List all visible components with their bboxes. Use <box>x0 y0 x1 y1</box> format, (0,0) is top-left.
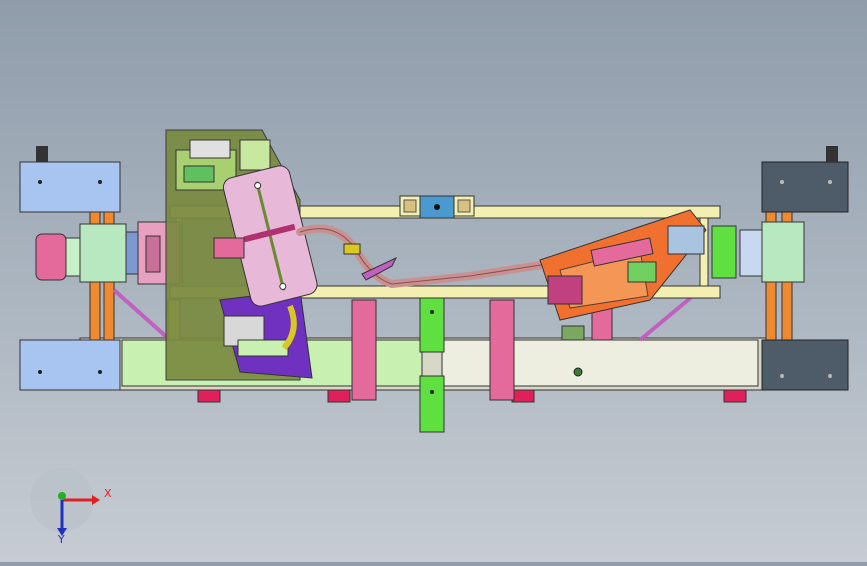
z-axis-dot <box>58 492 66 500</box>
right-clamp-arm[interactable] <box>539 209 707 341</box>
coordinate-triad: X Y <box>30 468 112 546</box>
cad-viewport[interactable]: X Y <box>0 0 867 562</box>
x-axis-label: X <box>104 487 112 500</box>
y-axis-label: Y <box>57 533 65 546</box>
center-top-clamp[interactable] <box>399 195 475 219</box>
fixture-assembly-drawing[interactable]: X Y <box>0 0 867 562</box>
